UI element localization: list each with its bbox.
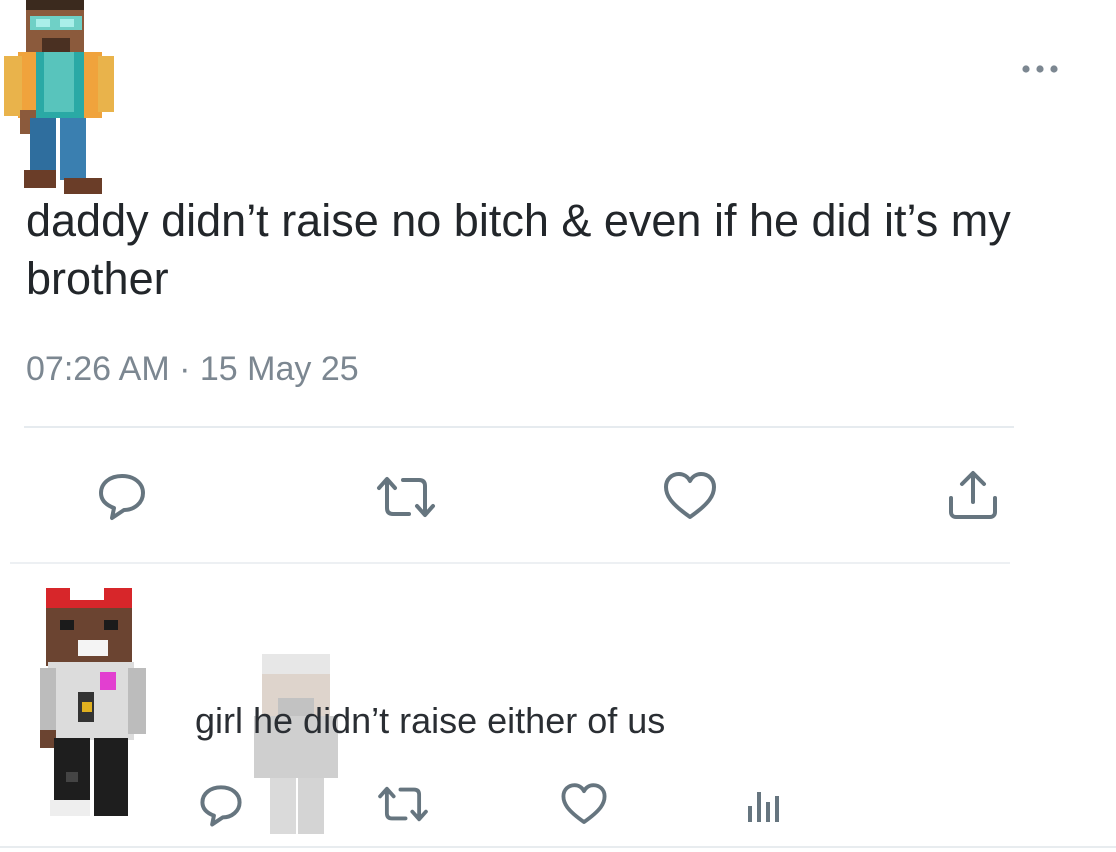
analytics-icon	[748, 792, 779, 822]
divider	[24, 426, 1014, 428]
reply-icon	[99, 474, 145, 520]
reply-like-button[interactable]	[560, 782, 608, 826]
like-button[interactable]	[662, 471, 718, 521]
heart-icon	[664, 472, 716, 519]
divider	[0, 846, 1116, 848]
avatar[interactable]	[40, 582, 150, 827]
reply-retweet-button[interactable]	[375, 784, 431, 824]
reply-text: girl he didn’t raise either of us	[195, 700, 666, 741]
heart-icon	[561, 783, 607, 824]
retweet-button[interactable]	[373, 474, 439, 520]
share-button[interactable]	[945, 468, 1001, 524]
reply-icon	[200, 785, 242, 827]
analytics-button[interactable]	[744, 784, 784, 824]
divider	[10, 562, 1010, 564]
character-overlay	[248, 654, 344, 845]
share-icon	[949, 471, 997, 519]
meta-separator: ·	[179, 350, 191, 388]
tweet-timestamp: 07:26 AM · 15 May 25	[26, 350, 359, 389]
tweet-text: daddy didn’t raise no bitch & even if he…	[26, 195, 1011, 304]
tweet-time: 07:26 AM	[26, 350, 170, 388]
reply-button[interactable]	[96, 470, 148, 522]
more-options-icon[interactable]	[1018, 58, 1062, 80]
retweet-icon	[377, 477, 435, 517]
tweet-date: 15 May 25	[199, 350, 359, 388]
retweet-icon	[378, 786, 428, 822]
avatar[interactable]	[0, 0, 120, 205]
reply-reply-button[interactable]	[198, 782, 244, 828]
